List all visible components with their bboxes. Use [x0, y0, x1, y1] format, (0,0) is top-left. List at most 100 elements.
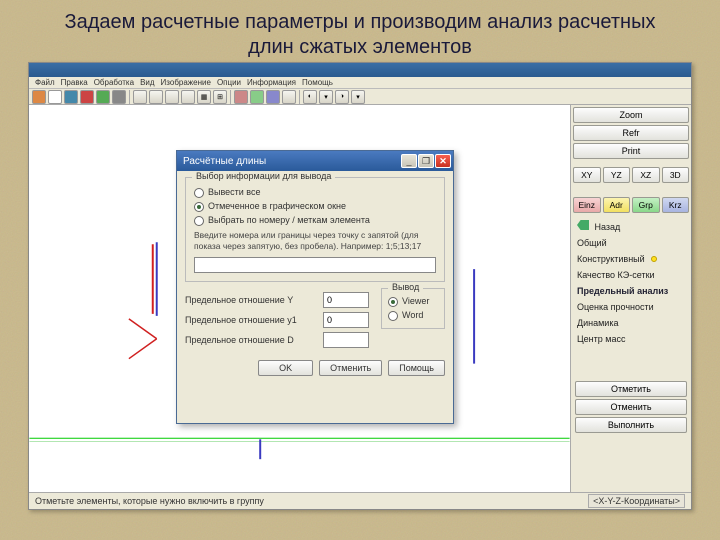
toolbar-icon[interactable]: ▾ [351, 90, 365, 104]
toolbar-icon[interactable] [234, 90, 248, 104]
toolbar: ▦ ⊞ ◐ ▾ ◑ ▾ [29, 89, 691, 105]
mode-krz-button[interactable]: Krz [662, 197, 690, 213]
toolbar-sep [299, 90, 300, 104]
ratio-d-input[interactable] [323, 332, 369, 348]
radio-icon [388, 311, 398, 321]
status-text: Отметьте элементы, которые нужно включит… [35, 496, 264, 506]
refresh-button[interactable]: Refr [573, 125, 689, 141]
view-yz-button[interactable]: YZ [603, 167, 631, 183]
side-item-label: Конструктивный [577, 254, 645, 264]
side-item-mesh-quality[interactable]: Качество КЭ-сетки [575, 267, 687, 283]
menu-item[interactable]: Правка [61, 78, 88, 87]
ratio-y-label: Предельное отношение Y [185, 295, 319, 305]
toolbar-sep [230, 90, 231, 104]
menu-item[interactable]: Изображение [161, 78, 211, 87]
side-item-structural[interactable]: Конструктивный [575, 251, 687, 267]
radio-viewer[interactable]: Viewer [388, 296, 438, 307]
view-xz-button[interactable]: XZ [632, 167, 660, 183]
radio-label: Отмеченное в графическом окне [208, 201, 346, 211]
radio-label: Выбрать по номеру / меткам элемента [208, 215, 370, 225]
toolbar-icon[interactable] [250, 90, 264, 104]
toolbar-icon[interactable] [80, 90, 94, 104]
close-icon[interactable]: ✕ [435, 154, 451, 168]
dialog-cancel-button[interactable]: Отменить [319, 360, 382, 376]
toolbar-icon[interactable]: ▾ [319, 90, 333, 104]
side-item-center-mass[interactable]: Центр масс [575, 331, 687, 347]
menubar: Файл Правка Обработка Вид Изображение Оп… [29, 77, 691, 89]
toolbar-icon[interactable] [266, 90, 280, 104]
radio-marked[interactable]: Отмеченное в графическом окне [194, 201, 436, 212]
ratio-y1-label: Предельное отношение y1 [185, 315, 319, 325]
toolbar-icon[interactable] [64, 90, 78, 104]
radio-label: Вывести все [208, 187, 261, 197]
nav-back[interactable]: Назад [575, 217, 687, 235]
dialog-body: Выбор информации для вывода Вывести все … [177, 171, 453, 382]
toolbar-icon[interactable] [149, 90, 163, 104]
toolbar-icon[interactable]: ◑ [335, 90, 349, 104]
ok-button[interactable]: OK [258, 360, 313, 376]
toolbar-icon[interactable] [32, 90, 46, 104]
radio-bynumber[interactable]: Выбрать по номеру / меткам элемента [194, 215, 436, 226]
toolbar-icon[interactable] [112, 90, 126, 104]
nav-back-label: Назад [595, 222, 621, 232]
radio-icon [388, 297, 398, 307]
radio-all[interactable]: Вывести все [194, 187, 436, 198]
mode-adr-button[interactable]: Adr [603, 197, 631, 213]
radio-word[interactable]: Word [388, 310, 438, 321]
view-xy-button[interactable]: XY [573, 167, 601, 183]
dialog-title: Расчётные длины [183, 156, 266, 167]
mode-einz-button[interactable]: Einz [573, 197, 601, 213]
toolbar-icon[interactable] [96, 90, 110, 104]
menu-item[interactable]: Помощь [302, 78, 333, 87]
toolbar-icon[interactable] [282, 90, 296, 104]
side-item-general[interactable]: Общий [575, 235, 687, 251]
calc-lengths-dialog: Расчётные длины _ ❐ ✕ Выбор информации д… [176, 150, 454, 424]
titlebar [29, 63, 691, 77]
view-3d-button[interactable]: 3D [662, 167, 690, 183]
radio-icon [194, 188, 204, 198]
output-selection-group: Выбор информации для вывода Вывести все … [185, 177, 445, 282]
zoom-button[interactable]: Zoom [573, 107, 689, 123]
execute-button[interactable]: Выполнить [575, 417, 687, 433]
toolbar-icon[interactable] [48, 90, 62, 104]
toolbar-icon[interactable] [181, 90, 195, 104]
mode-grp-button[interactable]: Grp [632, 197, 660, 213]
menu-item[interactable]: Опции [217, 78, 241, 87]
arrow-left-icon [577, 220, 589, 230]
output-format-group: Вывод Viewer Word [381, 288, 445, 329]
right-panel: Zoom Refr Print XY YZ XZ 3D Einz Adr Grp… [570, 105, 691, 492]
side-item-limit-analysis[interactable]: Предельный анализ [575, 283, 687, 299]
hint-text: Введите номера или границы через точку с… [194, 230, 436, 251]
group-title: Вывод [388, 282, 423, 292]
toolbar-icon[interactable]: ▦ [197, 90, 211, 104]
menu-item[interactable]: Вид [140, 78, 154, 87]
print-button[interactable]: Print [573, 143, 689, 159]
toolbar-icon[interactable]: ⊞ [213, 90, 227, 104]
status-coords: <X-Y-Z-Координаты> [588, 494, 685, 508]
minimize-icon[interactable]: _ [401, 154, 417, 168]
ratio-y-input[interactable] [323, 292, 369, 308]
menu-item[interactable]: Информация [247, 78, 296, 87]
radio-icon [194, 216, 204, 226]
radio-label: Word [402, 310, 423, 320]
radio-label: Viewer [402, 296, 429, 306]
element-numbers-input[interactable] [194, 257, 436, 273]
toolbar-sep [129, 90, 130, 104]
toolbar-icon[interactable] [165, 90, 179, 104]
toolbar-icon[interactable] [133, 90, 147, 104]
indicator-dot-icon [651, 256, 657, 262]
side-item-dynamics[interactable]: Динамика [575, 315, 687, 331]
toolbar-icon[interactable]: ◐ [303, 90, 317, 104]
menu-item[interactable]: Обработка [94, 78, 134, 87]
slide-title: Задаем расчетные параметры и производим … [0, 0, 720, 68]
mark-button[interactable]: Отметить [575, 381, 687, 397]
help-button[interactable]: Помощь [388, 360, 445, 376]
dialog-titlebar[interactable]: Расчётные длины _ ❐ ✕ [177, 151, 453, 171]
maximize-icon[interactable]: ❐ [418, 154, 434, 168]
side-item-strength[interactable]: Оценка прочности [575, 299, 687, 315]
ratio-d-label: Предельное отношение D [185, 335, 319, 345]
ratio-y1-input[interactable] [323, 312, 369, 328]
group-title: Выбор информации для вывода [192, 171, 335, 181]
menu-item[interactable]: Файл [35, 78, 55, 87]
cancel-button[interactable]: Отменить [575, 399, 687, 415]
